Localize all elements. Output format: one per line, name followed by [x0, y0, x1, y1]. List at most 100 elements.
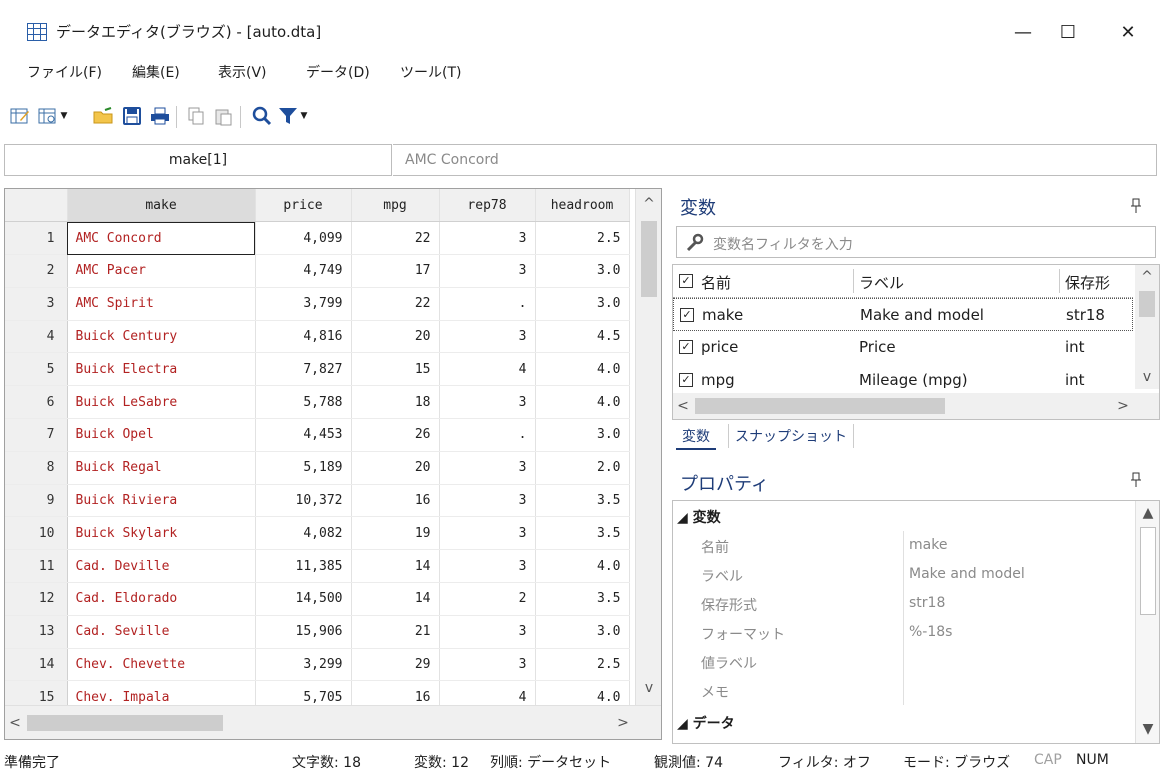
cell-make[interactable]: Buick Skylark	[67, 516, 256, 551]
column-header-rep78[interactable]: rep78	[439, 189, 536, 223]
cell-mpg[interactable]: 18	[351, 385, 440, 420]
cell-mpg[interactable]: 14	[351, 582, 440, 616]
cell-make[interactable]: Buick Opel	[67, 418, 256, 452]
cell-mpg[interactable]: 21	[351, 615, 440, 649]
cell-headroom[interactable]: 3.0	[535, 615, 630, 649]
cell-rep78[interactable]: 2	[439, 582, 536, 616]
cell-headroom[interactable]: 4.0	[535, 549, 630, 584]
menu-edit[interactable]: 編集(E)	[132, 62, 180, 82]
cell-mpg[interactable]: 20	[351, 451, 440, 485]
maximize-button[interactable]: ☐	[1045, 14, 1091, 50]
row-number[interactable]: 6	[5, 385, 68, 420]
row-number[interactable]: 14	[5, 648, 68, 682]
grid-vertical-scrollbar[interactable]: ^ v	[635, 189, 661, 705]
row-number[interactable]: 4	[5, 320, 68, 354]
cell-headroom[interactable]: 4.5	[535, 320, 630, 354]
filter-icon[interactable]	[276, 104, 300, 128]
row-number[interactable]: 11	[5, 549, 68, 584]
cell-headroom[interactable]: 3.0	[535, 254, 630, 288]
scroll-thumb[interactable]	[695, 398, 945, 414]
variable-checkbox[interactable]: ✓	[679, 340, 693, 354]
cell-headroom[interactable]: 4.0	[535, 352, 630, 387]
cell-rep78[interactable]: 4	[439, 352, 536, 387]
cell-make[interactable]: Cad. Eldorado	[67, 582, 256, 616]
row-number[interactable]: 12	[5, 582, 68, 616]
scroll-down-icon[interactable]: v	[636, 673, 661, 703]
paste-icon[interactable]	[212, 104, 236, 128]
cell-rep78[interactable]: 3	[439, 516, 536, 551]
search-icon[interactable]	[250, 104, 274, 128]
variables-horizontal-scrollbar[interactable]: < >	[673, 393, 1159, 419]
cell-mpg[interactable]: 29	[351, 648, 440, 682]
data-editor-edit-icon[interactable]	[8, 104, 32, 128]
menu-data[interactable]: データ(D)	[306, 62, 370, 82]
pin-icon[interactable]	[1130, 472, 1142, 492]
cell-make[interactable]: Cad. Seville	[67, 615, 256, 649]
column-header-price[interactable]: price	[255, 189, 352, 223]
table-row[interactable]: 9 Buick Riviera 10,372 16 3 3.5	[5, 484, 630, 518]
row-number[interactable]: 8	[5, 451, 68, 485]
cell-make[interactable]: Buick Riviera	[67, 484, 256, 518]
table-row[interactable]: 14 Chev. Chevette 3,299 29 3 2.5	[5, 648, 630, 682]
cell-headroom[interactable]: 3.0	[535, 287, 630, 321]
cell-price[interactable]: 3,299	[255, 648, 352, 682]
cell-price[interactable]: 7,827	[255, 352, 352, 387]
table-row[interactable]: 3 AMC Spirit 3,799 22. 3.0	[5, 287, 630, 321]
pin-icon[interactable]	[1130, 198, 1142, 218]
cell-headroom[interactable]: 2.5	[535, 648, 630, 682]
cell-make[interactable]: Buick Century	[67, 320, 256, 354]
table-row[interactable]: 6 Buick LeSabre 5,788 18 3 4.0	[5, 385, 630, 420]
cell-make[interactable]: AMC Concord	[67, 221, 256, 256]
cell-price[interactable]: 14,500	[255, 582, 352, 616]
variables-vertical-scrollbar[interactable]: ^ v	[1135, 265, 1159, 389]
table-row[interactable]: 10 Buick Skylark 4,082 19 3 3.5	[5, 516, 630, 551]
cell-rep78[interactable]: 3	[439, 254, 536, 288]
menu-tools[interactable]: ツール(T)	[400, 62, 461, 82]
cell-price[interactable]: 4,816	[255, 320, 352, 354]
row-number-header[interactable]	[5, 189, 68, 223]
scroll-thumb[interactable]	[641, 221, 657, 297]
cell-price[interactable]: 5,189	[255, 451, 352, 485]
close-button[interactable]: ✕	[1105, 14, 1151, 50]
cell-make[interactable]: AMC Spirit	[67, 287, 256, 321]
data-grid[interactable]: make price mpg rep78 headroom 1 AMC Conco…	[4, 188, 662, 740]
minimize-button[interactable]: —	[1000, 14, 1046, 50]
column-header-mpg[interactable]: mpg	[351, 189, 440, 223]
scroll-up-icon[interactable]: ▲	[1136, 501, 1159, 525]
cell-rep78[interactable]: 3	[439, 451, 536, 485]
cell-price[interactable]: 3,799	[255, 287, 352, 321]
row-number[interactable]: 9	[5, 484, 68, 518]
cell-make[interactable]: Cad. Deville	[67, 549, 256, 584]
cell-mpg[interactable]: 16	[351, 484, 440, 518]
cell-price[interactable]: 4,082	[255, 516, 352, 551]
scroll-right-icon[interactable]: >	[613, 706, 633, 739]
table-row[interactable]: 12 Cad. Eldorado 14,500 14 2 3.5	[5, 582, 630, 616]
property-value[interactable]: %-18s	[909, 624, 952, 640]
cell-headroom[interactable]: 3.5	[535, 582, 630, 616]
tab-variables[interactable]: 変数	[676, 424, 716, 450]
table-row[interactable]: 2 AMC Pacer 4,749 17 3 3.0	[5, 254, 630, 288]
cell-headroom[interactable]: 2.0	[535, 451, 630, 485]
header-label[interactable]: ラベル	[859, 272, 904, 293]
cell-price[interactable]: 4,099	[255, 221, 352, 256]
header-type[interactable]: 保存形	[1065, 272, 1110, 293]
cell-rep78[interactable]: 3	[439, 320, 536, 354]
row-number[interactable]: 7	[5, 418, 68, 452]
select-all-checkbox[interactable]: ✓	[679, 274, 693, 288]
property-value[interactable]: str18	[909, 595, 945, 611]
table-row[interactable]: 1 AMC Concord 4,099 22 3 2.5	[5, 221, 630, 256]
row-number[interactable]: 13	[5, 615, 68, 649]
row-number[interactable]: 5	[5, 352, 68, 387]
save-icon[interactable]	[120, 104, 144, 128]
variable-row[interactable]: ✓ make Make and model str18	[673, 298, 1133, 331]
data-editor-browse-icon[interactable]	[36, 104, 60, 128]
cell-mpg[interactable]: 19	[351, 516, 440, 551]
cell-price[interactable]: 10,372	[255, 484, 352, 518]
variable-checkbox[interactable]: ✓	[680, 308, 694, 322]
scroll-down-icon[interactable]: ▼	[1136, 717, 1159, 741]
row-number[interactable]: 2	[5, 254, 68, 288]
cell-mpg[interactable]: 17	[351, 254, 440, 288]
cell-headroom[interactable]: 3.5	[535, 484, 630, 518]
cell-make[interactable]: Buick Electra	[67, 352, 256, 387]
cell-mpg[interactable]: 15	[351, 352, 440, 387]
